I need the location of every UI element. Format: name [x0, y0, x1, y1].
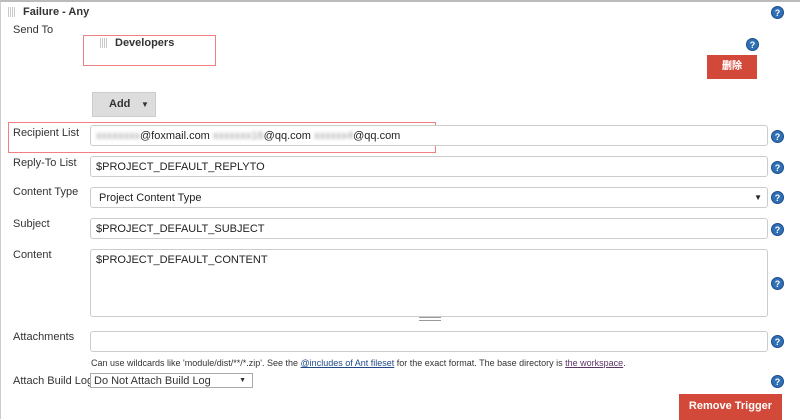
attachments-input[interactable] [90, 331, 768, 352]
hint-text: Can use wildcards like 'module/dist/**/*… [91, 358, 301, 368]
help-icon[interactable]: ? [771, 277, 784, 290]
reply-to-input[interactable]: $PROJECT_DEFAULT_REPLYTO [90, 156, 768, 177]
redacted-text: xxxxxx4 [313, 130, 354, 142]
attach-build-log-value: Do Not Attach Build Log [94, 375, 211, 387]
attachments-label: Attachments [13, 331, 75, 343]
content-textarea[interactable]: $PROJECT_DEFAULT_CONTENT [90, 249, 768, 317]
add-button[interactable]: Add ▼ [92, 92, 156, 117]
resize-handle[interactable] [419, 317, 441, 321]
add-label: Add [109, 98, 131, 110]
subject-label: Subject [13, 218, 50, 230]
help-icon[interactable]: ? [771, 130, 784, 143]
content-type-select[interactable]: Project Content Type ▼ [90, 187, 768, 208]
reply-to-label: Reply-To List [13, 157, 77, 169]
drag-handle-icon[interactable] [8, 7, 16, 17]
help-icon[interactable]: ? [771, 6, 784, 19]
email-domain: @qq.com [353, 130, 401, 142]
content-type-value: Project Content Type [99, 192, 202, 204]
content-label: Content [13, 249, 52, 261]
help-icon[interactable]: ? [771, 191, 784, 204]
email-domain: @foxmail.com [140, 130, 210, 142]
ant-fileset-link[interactable]: @includes of Ant fileset [301, 358, 395, 368]
workspace-link[interactable]: the workspace [565, 358, 623, 368]
remove-trigger-button[interactable]: Remove Trigger [679, 394, 782, 420]
recipient-provider-developers: Developers [115, 37, 175, 49]
subject-input[interactable]: $PROJECT_DEFAULT_SUBJECT [90, 218, 768, 239]
recipient-list-label: Recipient List [13, 127, 80, 139]
drag-handle-icon[interactable] [100, 38, 108, 48]
delete-button[interactable]: 删除 [707, 55, 757, 79]
help-icon[interactable]: ? [771, 335, 784, 348]
help-icon[interactable]: ? [771, 223, 784, 236]
content-type-label: Content Type [13, 186, 79, 198]
help-icon[interactable]: ? [746, 38, 759, 51]
hint-text: for the exact format. The base directory… [394, 358, 566, 368]
attach-build-log-label: Attach Build Log [13, 375, 94, 387]
help-icon[interactable]: ? [771, 161, 784, 174]
section-title: Failure - Any [23, 6, 90, 18]
send-to-label: Send To [13, 24, 54, 36]
attach-build-log-select[interactable]: Do Not Attach Build Log ▼ [90, 373, 253, 388]
redacted-text: xxxxxxxx [96, 130, 140, 142]
help-icon[interactable]: ? [771, 375, 784, 388]
caret-down-icon: ▼ [239, 377, 246, 384]
recipient-list-input[interactable]: xxxxxxxx@foxmail.com xxxxxxx16@qq.com xx… [90, 125, 768, 146]
redacted-text: xxxxxxx16 [212, 130, 264, 142]
caret-down-icon: ▼ [141, 100, 149, 109]
caret-down-icon: ▼ [754, 193, 762, 202]
attachments-hint: Can use wildcards like 'module/dist/**/*… [91, 358, 626, 368]
hint-text: . [623, 358, 626, 368]
email-domain: @qq.com [263, 130, 311, 142]
